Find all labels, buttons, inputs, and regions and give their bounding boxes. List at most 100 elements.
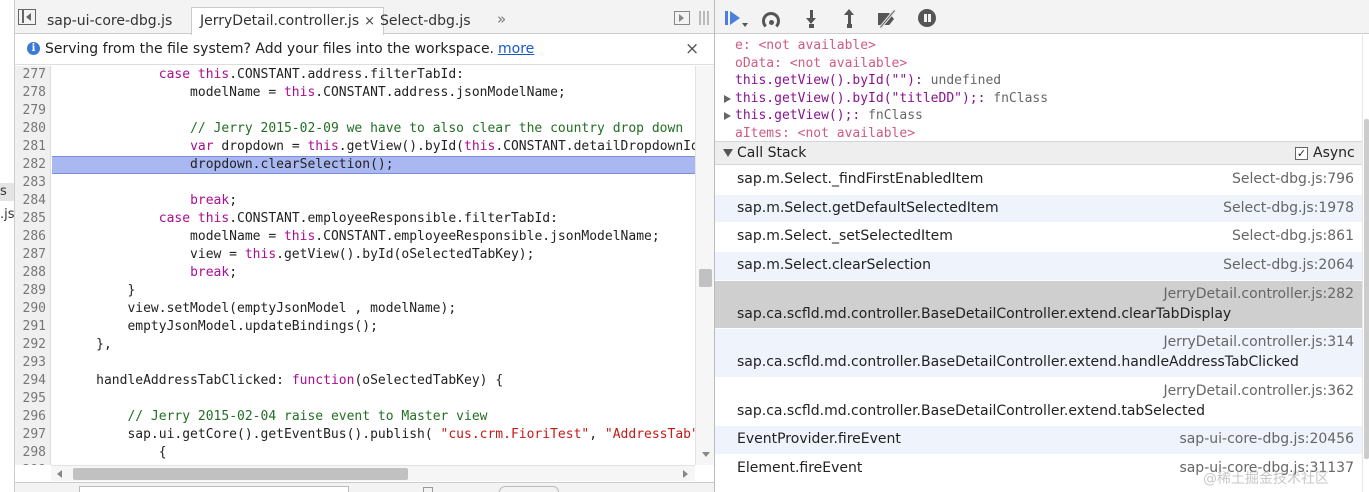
code-line[interactable]: 279	[15, 102, 695, 120]
code-line[interactable]: 280 // Jerry 2015-02-09 we have to also …	[15, 120, 695, 138]
line-number[interactable]: 297	[15, 426, 51, 444]
step-into-icon[interactable]	[801, 8, 823, 28]
deactivate-breakpoints-icon[interactable]	[877, 8, 899, 29]
more-tabs-icon[interactable]: »	[497, 10, 506, 28]
tab-select-dbg[interactable]: Select-dbg.js	[372, 8, 479, 34]
call-stack-frame[interactable]: sap.m.Select.clearSelection Select-dbg.js…	[715, 252, 1362, 281]
tab-sap-ui-core-dbg[interactable]: sap-ui-core-dbg.js	[39, 8, 180, 34]
code-line[interactable]: 278 modelName = this.CONSTANT.address.js…	[15, 84, 695, 102]
step-over-icon[interactable]	[761, 8, 783, 30]
line-number[interactable]: 281	[15, 138, 51, 156]
async-checkbox[interactable]: ✓	[1295, 147, 1308, 160]
code-line[interactable]: 296 // Jerry 2015-02-04 raise event to M…	[15, 408, 695, 426]
scroll-right-arrow-icon[interactable]	[683, 470, 688, 478]
code-line[interactable]: 293	[15, 354, 695, 372]
line-number[interactable]: 295	[15, 390, 51, 408]
line-number[interactable]: 293	[15, 354, 51, 372]
call-stack-frame[interactable]: sap.ca.scfld.md.controller.BaseDetailCon…	[715, 377, 1362, 427]
line-number[interactable]: 282	[15, 156, 51, 174]
navigator-toggle-icon[interactable]	[18, 9, 36, 25]
code-line[interactable]: 292 },	[15, 336, 695, 354]
call-stack-frame[interactable]: EventProvider.fireEvent sap-ui-core-dbg.j…	[715, 426, 1362, 455]
more-link[interactable]: more	[498, 41, 534, 57]
code-line[interactable]: 283	[15, 174, 695, 192]
resume-icon[interactable]	[723, 8, 748, 28]
line-number[interactable]: 283	[15, 174, 51, 192]
status-button[interactable]	[499, 486, 559, 492]
watch-expression[interactable]: this.getView().byId(""): undefined	[715, 72, 1355, 89]
code-line[interactable]: 289 }	[15, 282, 695, 300]
scroll-thumb[interactable]	[73, 468, 408, 480]
frame-location-link[interactable]: Select-dbg.js:796	[1232, 171, 1354, 187]
line-number[interactable]: 289	[15, 282, 51, 300]
line-number[interactable]: 286	[15, 228, 51, 246]
call-stack-frame[interactable]: sap.m.Select._findFirstEnabledItem Select…	[715, 166, 1362, 195]
code-line[interactable]: 288 break;	[15, 264, 695, 282]
scroll-thumb[interactable]	[1364, 119, 1369, 459]
line-number[interactable]: 288	[15, 264, 51, 282]
call-stack-header[interactable]: Call Stack ✓ Async	[715, 141, 1362, 165]
line-number[interactable]: 279	[15, 102, 51, 120]
line-number[interactable]: 294	[15, 372, 51, 390]
frame-location-link[interactable]: Select-dbg.js:1978	[1223, 200, 1354, 216]
search-box[interactable]	[79, 486, 349, 492]
close-infobar-icon[interactable]: ×	[685, 39, 699, 59]
scroll-left-arrow-icon[interactable]	[57, 470, 62, 478]
line-number[interactable]: 285	[15, 210, 51, 228]
frame-location-link[interactable]: JerryDetail.controller.js:362	[1163, 383, 1354, 399]
line-number[interactable]: 284	[15, 192, 51, 210]
frame-location-link[interactable]: Select-dbg.js:861	[1232, 228, 1354, 244]
code-area[interactable]: 277 case this.CONSTANT.address.filterTab…	[15, 66, 695, 465]
expand-triangle-icon[interactable]	[723, 149, 733, 157]
watch-expression[interactable]: this.getView().byId("titleDD");: fnClass	[715, 90, 1355, 107]
code-line[interactable]: 291 emptyJsonModel.updateBindings();	[15, 318, 695, 336]
frame-location-link[interactable]: sap-ui-core-dbg.js:20456	[1179, 431, 1354, 447]
line-number[interactable]: 292	[15, 336, 51, 354]
step-out-icon[interactable]	[839, 8, 861, 28]
line-number[interactable]: 296	[15, 408, 51, 426]
watch-expression[interactable]: e: <not available>	[715, 37, 1355, 54]
editor-horizontal-scrollbar[interactable]	[51, 465, 695, 481]
code-line[interactable]: 298 {	[15, 444, 695, 462]
frame-location-link[interactable]: Select-dbg.js:2064	[1223, 257, 1354, 273]
line-number[interactable]: 277	[15, 66, 51, 84]
scroll-down-arrow-icon[interactable]	[702, 452, 710, 457]
call-stack-frame[interactable]: sap.m.Select._setSelectedItem Select-dbg.…	[715, 223, 1362, 253]
expand-arrow-icon[interactable]	[724, 94, 731, 103]
code-line[interactable]: 282 dropdown.clearSelection();	[15, 156, 695, 174]
editor-vertical-scrollbar[interactable]	[695, 66, 715, 465]
expand-arrow-icon[interactable]	[724, 112, 731, 120]
code-line[interactable]: 290 view.setModel(emptyJsonModel , model…	[15, 300, 695, 318]
watch-expression[interactable]: aItems: <not available>	[715, 125, 1355, 142]
code-line[interactable]: 294 handleAddressTabClicked: function(oS…	[15, 372, 695, 390]
panel-grip-icon[interactable]	[699, 11, 709, 25]
line-number[interactable]: 287	[15, 246, 51, 264]
code-line[interactable]: 284 break;	[15, 192, 695, 210]
code-line[interactable]: 286 modelName = this.CONSTANT.employeeRe…	[15, 228, 695, 246]
code-line[interactable]: 285 case this.CONSTANT.employeeResponsib…	[15, 210, 695, 228]
call-stack-frame[interactable]: sap.ca.scfld.md.controller.BaseDetailCon…	[715, 280, 1362, 330]
status-checkbox[interactable]	[423, 487, 433, 492]
debugger-toggle-icon[interactable]	[674, 11, 690, 25]
line-number[interactable]: 280	[15, 120, 51, 138]
line-number[interactable]: 299	[15, 462, 51, 465]
code-line[interactable]: 295	[15, 390, 695, 408]
line-number[interactable]: 291	[15, 318, 51, 336]
pause-on-exceptions-icon[interactable]	[916, 8, 938, 28]
code-line[interactable]: 277 case this.CONSTANT.address.filterTab…	[15, 66, 695, 84]
watch-expression[interactable]: this.getView();: fnClass	[715, 107, 1355, 124]
watch-expression[interactable]: oData: <not available>	[715, 55, 1355, 72]
tab-jerrydetail-controller[interactable]: JerryDetail.controller.js ×	[191, 7, 385, 35]
debugger-scrollbar[interactable]	[1362, 35, 1369, 492]
line-number[interactable]: 298	[15, 444, 51, 462]
scroll-thumb[interactable]	[699, 269, 712, 287]
code-line[interactable]: 287 view = this.getView().byId(oSelected…	[15, 246, 695, 264]
code-line[interactable]: 297 sap.ui.getCore().getEventBus().publi…	[15, 426, 695, 444]
line-number[interactable]: 278	[15, 84, 51, 102]
code-line[interactable]: 281 var dropdown = this.getView().byId(t…	[15, 138, 695, 156]
call-stack-frame[interactable]: sap.ca.scfld.md.controller.BaseDetailCon…	[715, 329, 1362, 378]
frame-location-link[interactable]: JerryDetail.controller.js:314	[1163, 334, 1354, 350]
call-stack-frame[interactable]: sap.m.Select.getDefaultSelectedItem Selec…	[715, 194, 1362, 224]
line-number[interactable]: 290	[15, 300, 51, 318]
frame-location-link[interactable]: JerryDetail.controller.js:282	[1163, 286, 1354, 302]
